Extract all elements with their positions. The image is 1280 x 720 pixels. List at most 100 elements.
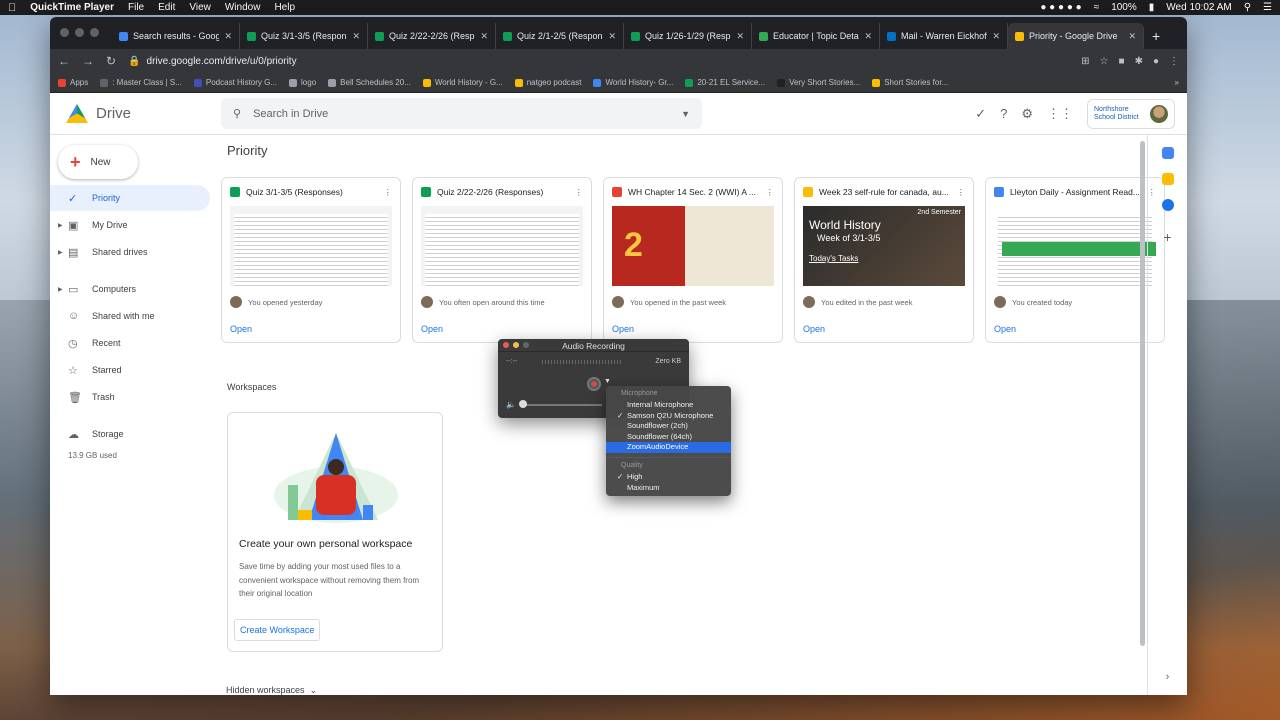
record-button[interactable] [587, 377, 601, 391]
browser-tab[interactable]: Quiz 2/1-2/5 (Respons ✕ [496, 23, 624, 49]
bookmark-item[interactable]: natgeo podcast [514, 78, 581, 87]
sidebar-item-computers[interactable]: ▶ ▭ Computers [50, 276, 210, 302]
account-switcher[interactable]: Northshore School District [1087, 98, 1175, 129]
open-link[interactable]: Open [803, 324, 825, 334]
more-options-icon[interactable]: ⋮ [575, 187, 584, 198]
sidebar-item-recent[interactable]: ◷ Recent [50, 330, 210, 356]
quality-option[interactable]: ✓ High [606, 472, 731, 483]
bookmark-item[interactable]: Bell Schedules 20... [328, 78, 411, 87]
volume-knob[interactable] [519, 400, 527, 408]
status-icons[interactable]: ● ● ● ● ● [1040, 2, 1081, 13]
install-icon[interactable]: ⊞ [1081, 56, 1089, 67]
tab-close-icon[interactable]: ✕ [736, 31, 744, 42]
search-options-icon[interactable]: ▼ [681, 109, 690, 119]
sidebar-item-shared-with-me[interactable]: ☺ Shared with me [50, 303, 210, 329]
bookmark-item[interactable]: logo [289, 78, 316, 87]
search-input[interactable]: Search in Drive [253, 108, 328, 120]
expand-panel-icon[interactable]: › [1148, 671, 1187, 683]
microphone-option[interactable]: Soundflower (64ch) [606, 432, 731, 443]
open-link[interactable]: Open [230, 324, 252, 334]
drive-logo[interactable]: Drive [66, 104, 221, 123]
sidebar-item-shared-drives[interactable]: ▶ ▤ Shared drives [50, 239, 210, 265]
browser-tab[interactable]: Mail - Warren Eickhoff ✕ [880, 23, 1008, 49]
menu-help[interactable]: Help [274, 2, 295, 13]
menu-edit[interactable]: Edit [158, 2, 175, 13]
calendar-icon[interactable] [1161, 147, 1174, 159]
file-thumbnail[interactable] [230, 206, 392, 286]
microphone-option[interactable]: Internal Microphone [606, 400, 731, 411]
more-options-icon[interactable]: ⋮ [384, 187, 393, 198]
file-thumbnail[interactable]: 2 [612, 206, 774, 286]
bookmark-item[interactable]: : Master Class | S... [100, 78, 182, 87]
expand-arrow-icon[interactable]: ▶ [58, 286, 68, 293]
app-menu[interactable]: QuickTime Player [30, 2, 114, 13]
extensions-icon[interactable]: ✱ [1135, 56, 1143, 67]
browser-tab[interactable]: Priority - Google Drive ✕ [1008, 23, 1144, 49]
battery-percent[interactable]: 100% [1111, 2, 1137, 13]
browser-menu-icon[interactable]: ⋮ [1169, 56, 1179, 67]
spotlight-icon[interactable]: ⚲ [1244, 2, 1251, 13]
browser-tab[interactable]: Quiz 1/26-1/29 (Resp ✕ [624, 23, 752, 49]
apps-grid-icon[interactable]: ⋮⋮ [1047, 106, 1073, 122]
sidebar-item-trash[interactable]: 🗑 Trash [50, 384, 210, 410]
open-link[interactable]: Open [421, 324, 443, 334]
apple-menu-icon[interactable]:  [8, 2, 16, 14]
minimize-window-button[interactable] [75, 28, 84, 37]
add-addon-icon[interactable]: + [1148, 229, 1187, 245]
microphone-option[interactable]: ✓ Samson Q2U Microphone [606, 411, 731, 422]
expand-arrow-icon[interactable]: ▶ [58, 222, 68, 229]
open-link[interactable]: Open [612, 324, 634, 334]
wifi-icon[interactable]: ≈ [1094, 2, 1100, 13]
bookmarks-overflow-icon[interactable]: » [1175, 78, 1179, 87]
bookmark-item[interactable]: Podcast History G... [193, 78, 277, 87]
search-icon[interactable]: ⚲ [233, 107, 241, 120]
sidebar-item-storage[interactable]: ☁ Storage [50, 421, 210, 447]
bookmark-item[interactable]: Short Stories for... [872, 78, 948, 87]
file-thumbnail[interactable]: World History Week of 3/1-3/5 2nd Semester… [803, 206, 965, 286]
create-workspace-button[interactable]: Create Workspace [234, 619, 321, 641]
browser-tab[interactable]: Quiz 3/1-3/5 (Respon ✕ [240, 23, 368, 49]
clock[interactable]: Wed 10:02 AM [1166, 2, 1231, 13]
bookmark-item[interactable]: Apps [58, 78, 88, 87]
battery-icon[interactable]: ▮ [1149, 2, 1155, 13]
bookmark-star-icon[interactable]: ☆ [1100, 56, 1109, 67]
tab-close-icon[interactable]: ✕ [480, 31, 488, 42]
close-window-button[interactable] [60, 28, 69, 37]
zoom-window-button[interactable] [90, 28, 99, 37]
browser-tab[interactable]: Educator | Topic Detai ✕ [752, 23, 880, 49]
tab-close-icon[interactable]: ✕ [1128, 31, 1136, 42]
tab-close-icon[interactable]: ✕ [608, 31, 616, 42]
tab-close-icon[interactable]: ✕ [224, 31, 232, 42]
open-link[interactable]: Open [994, 324, 1016, 334]
bookmark-item[interactable]: 20-21 EL Service... [685, 78, 765, 87]
volume-slider[interactable] [522, 404, 602, 406]
tasks-icon[interactable] [1161, 199, 1174, 211]
menu-file[interactable]: File [128, 2, 144, 13]
microphone-option[interactable]: Soundflower (2ch) [606, 421, 731, 432]
menu-view[interactable]: View [189, 2, 211, 13]
bookmark-item[interactable]: World History - G... [422, 78, 503, 87]
more-options-icon[interactable]: ⋮ [766, 187, 775, 198]
sidebar-item-starred[interactable]: ☆ Starred [50, 357, 210, 383]
settings-gear-icon[interactable]: ⚙ [1021, 106, 1033, 122]
forward-icon[interactable]: → [82, 54, 94, 68]
bookmark-item[interactable]: World History- Gr... [593, 78, 673, 87]
search-bar[interactable]: ⚲ Search in Drive ▼ [221, 98, 702, 129]
extension-zoom-icon[interactable]: ■ [1119, 56, 1125, 67]
priority-file-card[interactable]: Week 23 self-rule for canada, au... ⋮ Worl… [794, 177, 974, 343]
priority-file-card[interactable]: Quiz 2/22-2/26 (Responses) ⋮ You often ope… [412, 177, 592, 343]
sidebar-item-my-drive[interactable]: ▶ ▣ My Drive [50, 212, 210, 238]
expand-arrow-icon[interactable]: ▶ [58, 249, 68, 256]
tab-close-icon[interactable]: ✕ [992, 31, 1000, 42]
offline-ready-icon[interactable]: ✓ [975, 106, 986, 122]
priority-file-card[interactable]: Quiz 3/1-3/5 (Responses) ⋮ You opened yest… [221, 177, 401, 343]
hidden-workspaces-toggle[interactable]: Hidden workspaces ⌄ [226, 685, 317, 695]
browser-tab[interactable]: Search results - Goog ✕ [112, 23, 240, 49]
more-options-icon[interactable]: ⋮ [957, 187, 966, 198]
url-field[interactable]: 🔒 drive.google.com/drive/u/0/priority [128, 56, 1069, 67]
tab-close-icon[interactable]: ✕ [864, 31, 872, 42]
scrollbar[interactable] [1140, 141, 1145, 646]
back-icon[interactable]: ← [58, 54, 70, 68]
microphone-option[interactable]: ZoomAudioDevice [606, 442, 731, 453]
file-thumbnail[interactable] [421, 206, 583, 286]
